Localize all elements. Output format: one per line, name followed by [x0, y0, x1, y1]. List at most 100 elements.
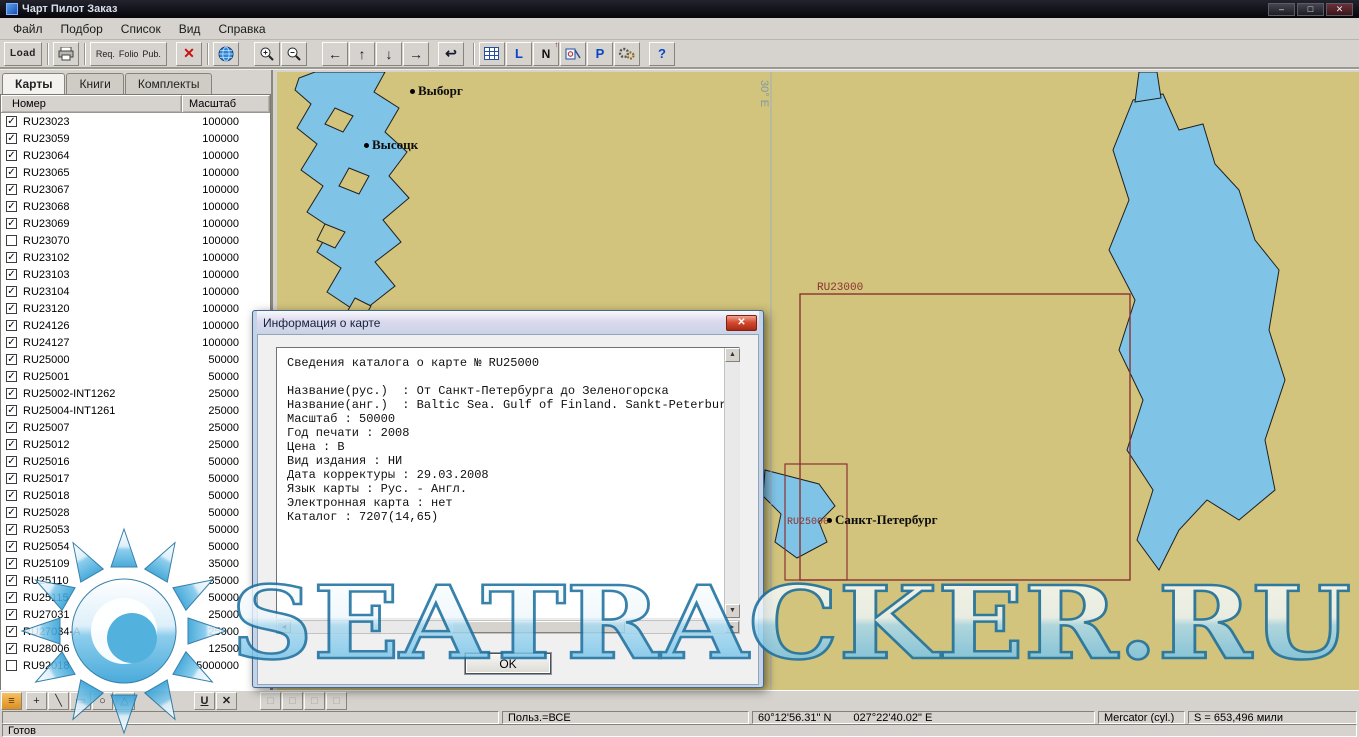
row-checkbox[interactable]: ✓ — [6, 184, 17, 195]
grid-button[interactable] — [479, 42, 505, 66]
globe-button[interactable] — [213, 42, 239, 66]
scroll-up-button[interactable]: ▲ — [725, 348, 740, 362]
l-button[interactable]: L — [506, 42, 532, 66]
dialog-ok-button[interactable]: OK — [465, 653, 551, 674]
minimize-button[interactable]: – — [1268, 3, 1295, 16]
print-button[interactable] — [53, 42, 79, 66]
row-checkbox[interactable]: ✓ — [6, 507, 17, 518]
maximize-button[interactable]: □ — [1297, 3, 1324, 16]
table-row[interactable]: ✓ RU25109 35000 — [1, 555, 270, 572]
clear-order-button[interactable]: ✕ — [176, 42, 202, 66]
row-checkbox[interactable] — [6, 660, 17, 671]
menu-item-Подбор[interactable]: Подбор — [52, 19, 112, 39]
table-row[interactable]: ✓ RU24126 100000 — [1, 317, 270, 334]
table-row[interactable]: ✓ RU23104 100000 — [1, 283, 270, 300]
pan-right-button[interactable]: → — [403, 42, 429, 66]
row-checkbox[interactable]: ✓ — [6, 626, 17, 637]
scrollbar-track[interactable] — [291, 621, 725, 633]
row-checkbox[interactable]: ✓ — [6, 592, 17, 603]
tab-sets[interactable]: Комплекты — [125, 73, 213, 94]
row-checkbox[interactable]: ✓ — [6, 218, 17, 229]
row-checkbox[interactable]: ✓ — [6, 286, 17, 297]
row-checkbox[interactable]: ✓ — [6, 473, 17, 484]
layers-menu-button[interactable]: ≡ — [1, 692, 22, 710]
row-checkbox[interactable]: ✓ — [6, 354, 17, 365]
dialog-vertical-scrollbar[interactable]: ▲ ▼ — [724, 348, 739, 618]
table-row[interactable]: ✓ RU24127 100000 — [1, 334, 270, 351]
row-checkbox[interactable]: ✓ — [6, 422, 17, 433]
row-checkbox[interactable]: ✓ — [6, 303, 17, 314]
row-checkbox[interactable]: ✓ — [6, 150, 17, 161]
column-header-scale[interactable]: Масштаб — [182, 95, 270, 112]
table-row[interactable]: RU92018 5000000 — [1, 657, 270, 674]
row-checkbox[interactable]: ✓ — [6, 439, 17, 450]
pan-up-button[interactable]: ↑ — [349, 42, 375, 66]
table-row[interactable]: ✓ RU23023 100000 — [1, 113, 270, 130]
row-checkbox[interactable]: ✓ — [6, 456, 17, 467]
row-checkbox[interactable]: ✓ — [6, 558, 17, 569]
row-checkbox[interactable]: ✓ — [6, 133, 17, 144]
column-header-number[interactable]: Номер — [1, 95, 182, 112]
delete-object-button[interactable]: ✕ — [216, 692, 237, 710]
settings-gears-button[interactable] — [614, 42, 640, 66]
table-row[interactable]: ✓ RU25001 50000 — [1, 368, 270, 385]
table-row[interactable]: ✓ RU23103 100000 — [1, 266, 270, 283]
menu-item-Список[interactable]: Список — [112, 19, 170, 39]
p-button[interactable]: P — [587, 42, 613, 66]
tab-charts[interactable]: Карты — [2, 73, 65, 95]
symbols-button[interactable] — [560, 42, 586, 66]
draw-rect-button[interactable]: ▭ — [70, 692, 91, 710]
table-row[interactable]: RU23070 100000 — [1, 232, 270, 249]
table-row[interactable]: ✓ RU23102 100000 — [1, 249, 270, 266]
table-row[interactable]: ✓ RU25018 50000 — [1, 487, 270, 504]
req-folio-pub-button[interactable]: Req. Folio Pub. — [90, 42, 167, 66]
table-row[interactable]: ✓ RU25053 50000 — [1, 521, 270, 538]
tab-books[interactable]: Книги — [66, 73, 123, 94]
row-checkbox[interactable]: ✓ — [6, 269, 17, 280]
scrollbar-thumb[interactable] — [452, 621, 626, 633]
row-checkbox[interactable]: ✓ — [6, 252, 17, 263]
row-checkbox[interactable]: ✓ — [6, 490, 17, 501]
table-row[interactable]: ✓ RU25054 50000 — [1, 538, 270, 555]
table-row[interactable]: ✓ RU25115 50000 — [1, 589, 270, 606]
table-row[interactable]: ✓ RU25110 35000 — [1, 572, 270, 589]
scroll-down-button[interactable]: ▼ — [725, 604, 740, 618]
dialog-horizontal-scrollbar[interactable]: ◄ ► — [276, 620, 740, 634]
table-row[interactable]: ✓ RU25016 50000 — [1, 453, 270, 470]
table-row[interactable]: ✓ RU23068 100000 — [1, 198, 270, 215]
load-button[interactable]: Load — [4, 42, 42, 66]
scroll-right-button[interactable]: ► — [725, 621, 739, 633]
draw-ellipse-button[interactable]: ○ — [92, 692, 113, 710]
dialog-close-button[interactable]: ✕ — [726, 315, 757, 331]
row-checkbox[interactable]: ✓ — [6, 320, 17, 331]
row-checkbox[interactable]: ✓ — [6, 643, 17, 654]
draw-warning-button[interactable]: △ — [114, 692, 135, 710]
draw-point-button[interactable]: + — [26, 692, 47, 710]
dialog-title-bar[interactable]: Информация о карте ✕ — [257, 311, 759, 334]
table-row[interactable]: ✓ RU27034-A 25000 — [1, 623, 270, 640]
row-checkbox[interactable] — [6, 235, 17, 246]
table-row[interactable]: ✓ RU23059 100000 — [1, 130, 270, 147]
help-button[interactable]: ? — [649, 42, 675, 66]
table-row[interactable]: ✓ RU28006 12500 — [1, 640, 270, 657]
pan-left-button[interactable]: ← — [322, 42, 348, 66]
scroll-left-button[interactable]: ◄ — [277, 621, 291, 633]
north-arrow-button[interactable]: N↑ — [533, 42, 559, 66]
menu-item-Справка[interactable]: Справка — [209, 19, 274, 39]
row-checkbox[interactable]: ✓ — [6, 609, 17, 620]
draw-line-button[interactable]: ╲ — [48, 692, 69, 710]
row-checkbox[interactable]: ✓ — [6, 167, 17, 178]
table-row[interactable]: ✓ RU23064 100000 — [1, 147, 270, 164]
row-checkbox[interactable]: ✓ — [6, 405, 17, 416]
row-checkbox[interactable]: ✓ — [6, 575, 17, 586]
underline-button[interactable]: U — [194, 692, 215, 710]
table-row[interactable]: ✓ RU25004-INT1261 25000 — [1, 402, 270, 419]
close-button[interactable]: ✕ — [1326, 3, 1353, 16]
table-row[interactable]: ✓ RU23065 100000 — [1, 164, 270, 181]
table-row[interactable]: ✓ RU25012 25000 — [1, 436, 270, 453]
row-checkbox[interactable]: ✓ — [6, 388, 17, 399]
table-row[interactable]: ✓ RU23069 100000 — [1, 215, 270, 232]
row-checkbox[interactable]: ✓ — [6, 541, 17, 552]
table-row[interactable]: ✓ RU25002-INT1262 25000 — [1, 385, 270, 402]
table-row[interactable]: ✓ RU23067 100000 — [1, 181, 270, 198]
